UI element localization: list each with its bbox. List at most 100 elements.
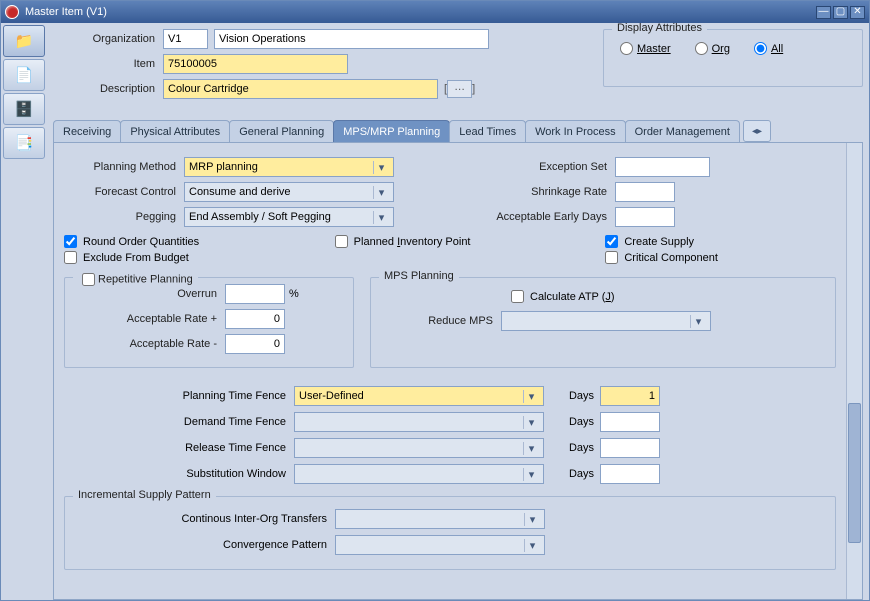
planning-method-dropdown[interactable]: MRP planning▾: [184, 157, 394, 177]
tab-pane: Planning Method MRP planning▾ Forecast C…: [53, 142, 863, 600]
incremental-supply-pattern-group: Incremental Supply Pattern Continous Int…: [64, 496, 836, 570]
chevron-down-icon: ▾: [524, 539, 540, 552]
incremental-supply-pattern-legend: Incremental Supply Pattern: [73, 489, 216, 501]
item-field[interactable]: [163, 54, 348, 74]
tab-receiving[interactable]: Receiving: [53, 120, 121, 142]
tab-general-planning[interactable]: General Planning: [229, 120, 334, 142]
rtf-days-field[interactable]: [600, 438, 660, 458]
create-supply-label: Create Supply: [624, 236, 694, 248]
substitution-window-dropdown[interactable]: ▾: [294, 464, 544, 484]
convergence-pattern-dropdown[interactable]: ▾: [335, 535, 545, 555]
ptf-days-label: Days: [544, 390, 600, 402]
acceptable-early-days-field[interactable]: [615, 207, 675, 227]
folder-icon: 📁: [15, 32, 34, 50]
planned-inventory-point-checkbox[interactable]: [335, 235, 348, 248]
sidebar: 📁 📄 🗄️ 📑: [1, 23, 47, 600]
vertical-scrollbar[interactable]: [846, 143, 862, 599]
description-field[interactable]: [163, 79, 438, 99]
chevron-down-icon: ▾: [523, 468, 539, 481]
oracle-icon: [5, 5, 19, 19]
acceptable-rate-minus-label: Acceptable Rate -: [75, 338, 225, 350]
release-time-fence-label: Release Time Fence: [64, 442, 294, 454]
header-fields: Organization Item Description [ … ]: [53, 29, 593, 104]
acceptable-rate-plus-field[interactable]: [225, 309, 285, 329]
exclude-from-budget-checkbox[interactable]: [64, 251, 77, 264]
chevron-down-icon: ▾: [373, 211, 389, 224]
chevron-down-icon: ▾: [690, 315, 706, 328]
repetitive-planning-checkbox[interactable]: [82, 273, 95, 286]
radio-master-label: Master: [637, 43, 671, 55]
window-title: Master Item (V1): [25, 6, 814, 18]
organization-label: Organization: [53, 33, 163, 45]
grid-icon: 🗄️: [15, 100, 34, 118]
reduce-mps-dropdown[interactable]: ▾: [501, 311, 711, 331]
minimize-button[interactable]: —: [816, 6, 831, 19]
ptf-days-field[interactable]: [600, 386, 660, 406]
exception-set-field[interactable]: [615, 157, 710, 177]
sidebar-btn-grid[interactable]: 🗄️: [3, 93, 45, 125]
tab-work-in-process[interactable]: Work In Process: [525, 120, 626, 142]
tab-mps-mrp-planning[interactable]: MPS/MRP Planning: [333, 120, 450, 142]
organization-name-field[interactable]: [214, 29, 489, 49]
round-order-quantities-checkbox[interactable]: [64, 235, 77, 248]
release-time-fence-dropdown[interactable]: ▾: [294, 438, 544, 458]
chevron-down-icon: ▾: [373, 186, 389, 199]
close-button[interactable]: ✕: [850, 6, 865, 19]
chevron-down-icon: ▾: [373, 161, 389, 174]
percent-label: %: [289, 288, 299, 300]
pegging-dropdown[interactable]: End Assembly / Soft Pegging▾: [184, 207, 394, 227]
sub-days-field[interactable]: [600, 464, 660, 484]
display-attributes-group: Display Attributes Master Org All: [603, 29, 863, 87]
acceptable-rate-minus-field[interactable]: [225, 334, 285, 354]
create-supply-checkbox[interactable]: [605, 235, 618, 248]
document-icon: 📄: [15, 66, 34, 84]
demand-time-fence-label: Demand Time Fence: [64, 416, 294, 428]
forecast-control-label: Forecast Control: [64, 186, 184, 198]
acceptable-early-days-label: Acceptable Early Days: [465, 211, 615, 223]
tab-bar: Receiving Physical Attributes General Pl…: [53, 120, 863, 142]
demand-time-fence-dropdown[interactable]: ▾: [294, 412, 544, 432]
tab-lead-times[interactable]: Lead Times: [449, 120, 526, 142]
tab-scroll-button[interactable]: ◂▸: [743, 120, 771, 142]
radio-org[interactable]: Org: [695, 42, 730, 55]
chevron-down-icon: ▾: [523, 442, 539, 455]
tab-order-management[interactable]: Order Management: [625, 120, 740, 142]
overrun-label: Overrun: [75, 288, 225, 300]
radio-org-label: Org: [712, 43, 730, 55]
chevron-down-icon: ▾: [523, 390, 539, 403]
master-item-window: Master Item (V1) — ▢ ✕ 📁 📄 🗄️ 📑 Organiza…: [0, 0, 870, 601]
shrinkage-rate-field[interactable]: [615, 182, 675, 202]
radio-all[interactable]: All: [754, 42, 783, 55]
maximize-button[interactable]: ▢: [833, 6, 848, 19]
continuous-inter-org-transfers-label: Continous Inter-Org Transfers: [75, 513, 335, 525]
dff-button[interactable]: …: [447, 80, 472, 98]
continuous-inter-org-transfers-dropdown[interactable]: ▾: [335, 509, 545, 529]
reduce-mps-label: Reduce MPS: [381, 315, 501, 327]
sidebar-btn-list[interactable]: 📑: [3, 127, 45, 159]
planned-inventory-point-label: Planned Inventory Point: [354, 236, 471, 248]
calculate-atp-checkbox[interactable]: [511, 290, 524, 303]
planning-time-fence-dropdown[interactable]: User-Defined▾: [294, 386, 544, 406]
planning-method-label: Planning Method: [64, 161, 184, 173]
repetitive-planning-group: Repetitive Planning Overrun % Acceptable…: [64, 277, 354, 368]
planning-time-fence-label: Planning Time Fence: [64, 390, 294, 402]
organization-code-field[interactable]: [163, 29, 208, 49]
sidebar-btn-document[interactable]: 📄: [3, 59, 45, 91]
description-label: Description: [53, 83, 163, 95]
tab-physical-attributes[interactable]: Physical Attributes: [120, 120, 230, 142]
overrun-field[interactable]: [225, 284, 285, 304]
scrollbar-thumb[interactable]: [848, 403, 861, 543]
dtf-days-label: Days: [544, 416, 600, 428]
critical-component-label: Critical Component: [624, 252, 718, 264]
display-attributes-legend: Display Attributes: [612, 23, 707, 34]
sub-days-label: Days: [544, 468, 600, 480]
repetitive-planning-legend: Repetitive Planning: [98, 273, 193, 285]
forecast-control-dropdown[interactable]: Consume and derive▾: [184, 182, 394, 202]
dtf-days-field[interactable]: [600, 412, 660, 432]
exception-set-label: Exception Set: [465, 161, 615, 173]
round-order-quantities-label: Round Order Quantities: [83, 236, 199, 248]
critical-component-checkbox[interactable]: [605, 251, 618, 264]
pegging-label: Pegging: [64, 211, 184, 223]
radio-master[interactable]: Master: [620, 42, 671, 55]
sidebar-btn-folder[interactable]: 📁: [3, 25, 45, 57]
